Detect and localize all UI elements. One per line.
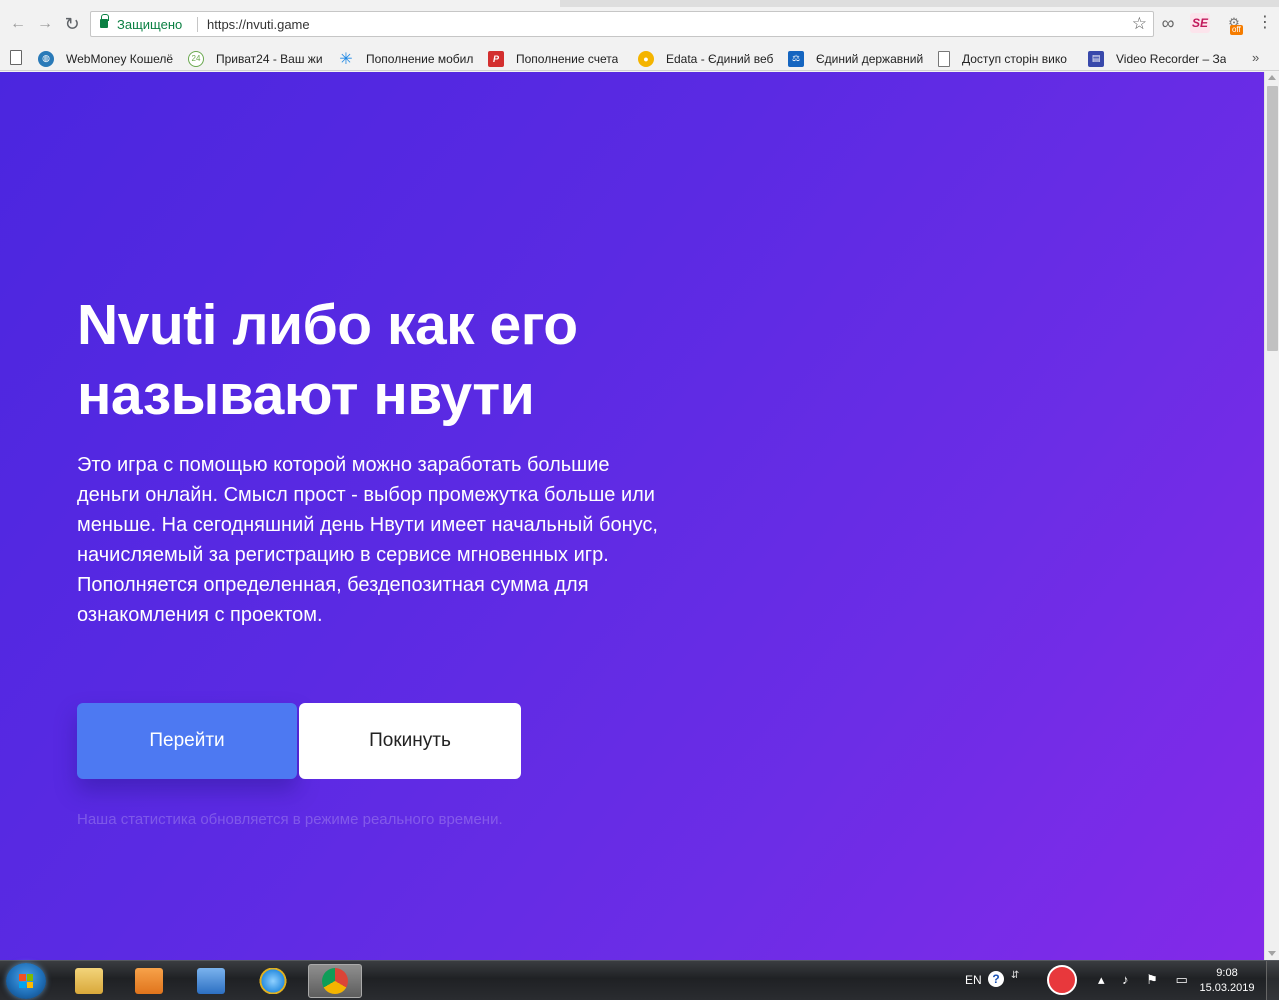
address-bar[interactable]: Защищено https://nvuti.game ☆ xyxy=(90,11,1154,37)
tab-strip xyxy=(0,0,1279,7)
bookmark-item[interactable]: ✳ Пополнение мобил xyxy=(338,50,476,68)
hero-title: Nvuti либо как его называют нвути xyxy=(77,293,578,427)
infinity-extension-icon[interactable]: ∞ xyxy=(1158,13,1178,33)
chrome-icon xyxy=(322,968,348,994)
browser-menu-icon[interactable]: ⋮ xyxy=(1257,13,1273,33)
help-icon[interactable]: ? xyxy=(988,971,1004,987)
taskbar-explorer[interactable] xyxy=(62,964,116,998)
windows-logo-icon xyxy=(19,974,33,988)
tray-arrows-icon[interactable]: ⇵ xyxy=(1011,970,1019,981)
taskbar-internet-explorer[interactable] xyxy=(246,964,300,998)
extension-off-icon[interactable]: ⚙ off xyxy=(1224,13,1244,35)
lock-icon xyxy=(100,14,109,28)
go-button[interactable]: Перейти xyxy=(77,703,297,779)
back-arrow-icon[interactable]: ← xyxy=(8,14,28,34)
more-bookmarks-icon[interactable]: » xyxy=(1252,50,1259,65)
bookmark-item[interactable]: ⚖ Єдиний державний xyxy=(788,50,926,67)
speaker-icon xyxy=(197,968,225,994)
page-icon[interactable] xyxy=(10,50,22,65)
tray-app-icon[interactable] xyxy=(1047,965,1077,995)
taskbar-media-player[interactable] xyxy=(122,964,176,998)
taskbar-volume-app[interactable] xyxy=(184,964,238,998)
language-indicator[interactable]: EN xyxy=(965,973,982,987)
stats-note: Наша статистика обновляется в режиме реа… xyxy=(77,811,503,828)
clock-time: 9:08 xyxy=(1216,967,1238,979)
bookmark-item[interactable]: 24 Приват24 - Ваш жи xyxy=(188,50,326,67)
address-divider xyxy=(197,17,198,32)
bookmark-star-icon[interactable]: ☆ xyxy=(1132,14,1147,34)
browser-toolbar: ← → ↻ Защищено https://nvuti.game ☆ ∞ SE… xyxy=(0,0,1279,46)
taskbar-chrome[interactable] xyxy=(308,964,362,998)
page-viewport: Nvuti либо как его называют нвути Это иг… xyxy=(0,72,1264,960)
p-logo-icon: P xyxy=(488,50,504,67)
windows-taskbar: EN ? ⇵ ▴ ♪ ⚑ ▭ 9:08 15.03.2019 xyxy=(0,960,1279,1000)
kyivstar-star-icon: ✳ xyxy=(339,50,353,68)
bookmark-item[interactable]: Доступ сторін вико xyxy=(938,50,1076,67)
edata-icon: ● xyxy=(638,50,654,67)
scroll-down-arrow-icon[interactable] xyxy=(1268,951,1276,956)
bookmark-item[interactable]: ◍ WebMoney Кошелё xyxy=(38,50,176,67)
page-icon xyxy=(938,50,950,67)
leave-button[interactable]: Покинуть xyxy=(299,703,521,779)
show-desktop-button[interactable] xyxy=(1266,961,1279,1000)
bookmark-item[interactable]: P Пополнение счета xyxy=(488,50,626,67)
bookmarks-bar: ◍ WebMoney Кошелё 24 Приват24 - Ваш жи ✳… xyxy=(0,46,1279,71)
taskbar-clock[interactable]: 9:08 15.03.2019 xyxy=(1196,966,1258,996)
start-button[interactable] xyxy=(6,963,46,999)
bookmark-item[interactable]: ▤ Video Recorder – За xyxy=(1088,50,1228,67)
folder-icon xyxy=(75,968,103,994)
scroll-up-arrow-icon[interactable] xyxy=(1268,75,1276,80)
active-tab[interactable] xyxy=(0,0,560,7)
ie-icon xyxy=(259,968,287,994)
privat24-icon: 24 xyxy=(188,50,204,67)
reload-icon[interactable]: ↻ xyxy=(62,14,82,34)
hero-description: Это игра с помощью которой можно заработ… xyxy=(77,454,658,626)
forward-arrow-icon[interactable]: → xyxy=(35,14,55,34)
globe-icon: ◍ xyxy=(38,50,54,67)
registry-icon: ⚖ xyxy=(788,50,804,67)
clapper-icon: ▤ xyxy=(1088,50,1104,67)
media-player-icon xyxy=(135,968,163,994)
system-tray-icons[interactable]: ▴ ♪ ⚑ ▭ xyxy=(1098,972,1195,988)
security-label: Защищено xyxy=(117,17,183,32)
off-badge: off xyxy=(1230,25,1243,35)
url-text[interactable]: https://nvuti.game xyxy=(207,17,310,32)
bookmark-item[interactable]: ● Edata - Єдиний веб xyxy=(638,50,776,67)
vertical-scrollbar[interactable] xyxy=(1264,72,1279,960)
se-extension-icon[interactable]: SE xyxy=(1190,13,1210,33)
clock-date: 15.03.2019 xyxy=(1199,982,1255,994)
scroll-thumb[interactable] xyxy=(1267,86,1278,351)
